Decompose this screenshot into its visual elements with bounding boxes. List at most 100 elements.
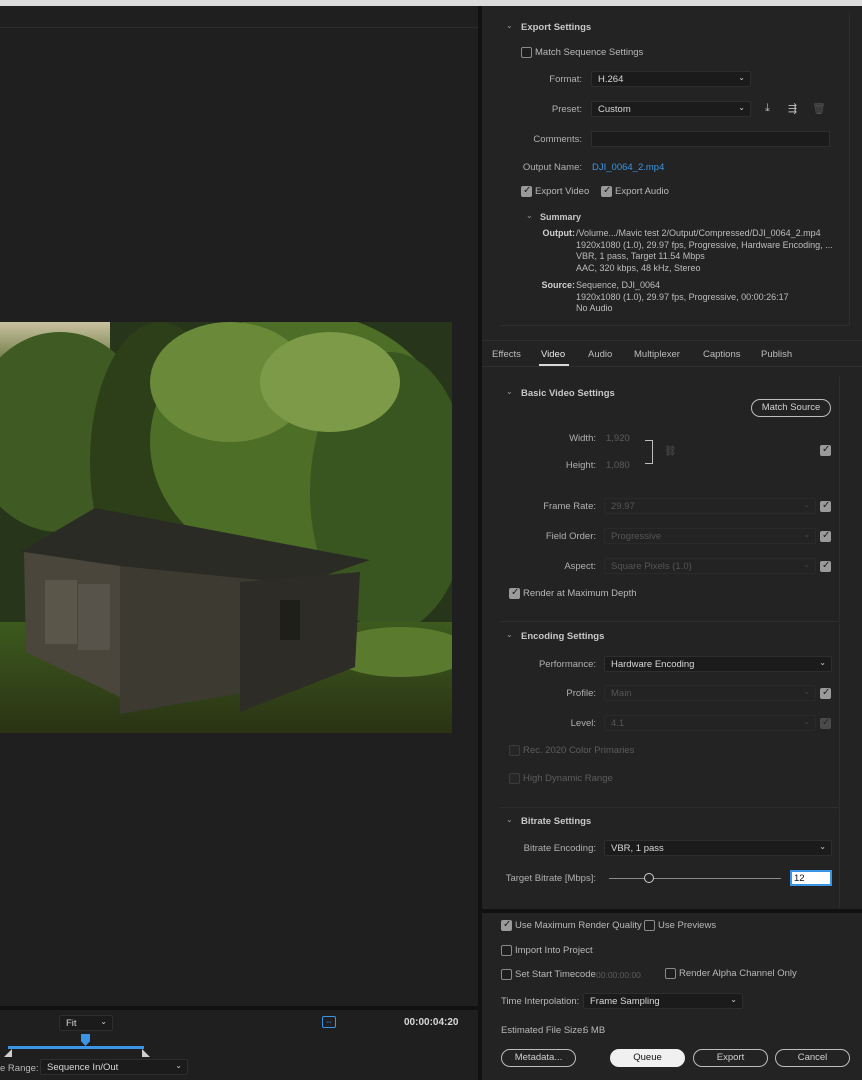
preset-dropdown[interactable]: Custom ⌄ [591,101,751,117]
set-start-timecode-label: Set Start Timecode [515,969,596,980]
performance-dropdown[interactable]: Hardware Encoding ⌄ [604,656,832,672]
export-audio-checkbox[interactable] [601,185,612,197]
height-value[interactable]: 1,080 [606,460,630,471]
queue-button[interactable]: Queue [610,1049,685,1067]
chevron-down-icon: ⌄ [803,687,810,696]
tab-publish[interactable]: Publish [761,349,792,360]
link-icon[interactable]: ⛓ [664,446,677,457]
chevron-down-icon[interactable]: ⌄ [506,21,513,30]
time-interpolation-label: Time Interpolation: [501,996,580,1007]
chevron-down-icon: ⌄ [175,1061,182,1070]
preset-label: Preset: [551,104,582,115]
summary-title: Summary [540,212,582,222]
format-dropdown[interactable]: H.264 ⌄ [591,71,751,87]
aspect-value: Square Pixels (1.0) [611,561,692,572]
chevron-down-icon: ⌄ [803,717,810,726]
chevron-down-icon[interactable]: ⌄ [506,815,513,824]
export-button[interactable]: Export [693,1049,768,1067]
rec2020-label: Rec. 2020 Color Primaries [523,745,635,756]
bitrate-encoding-value: VBR, 1 pass [611,843,664,854]
bitrate-encoding-dropdown[interactable]: VBR, 1 pass ⌄ [604,840,832,856]
delete-preset-icon[interactable]: 🗑 [812,102,826,115]
export-video-checkbox[interactable] [521,185,532,197]
comments-input[interactable] [591,131,830,147]
constrain-bracket [645,440,653,464]
save-preset-icon[interactable]: ⤓ [765,102,770,115]
target-bitrate-input[interactable]: 12 [790,870,832,886]
render-max-depth-checkbox[interactable] [509,587,520,599]
match-sequence-checkbox[interactable] [521,47,532,58]
preview-header [0,6,478,28]
preset-value: Custom [598,104,631,115]
tab-multiplexer[interactable]: Multiplexer [634,349,680,360]
tab-audio[interactable]: Audio [588,349,612,360]
tabs-divider-bottom [482,366,862,367]
summary-output-line: /Volume.../Mavic test 2/Output/Compresse… [576,228,821,238]
out-point-marker[interactable] [142,1049,150,1057]
time-interpolation-dropdown[interactable]: Frame Sampling ⌄ [583,993,743,1009]
playhead-marker[interactable] [81,1034,90,1046]
field-order-dropdown[interactable]: Progressive ⌄ [604,528,816,544]
target-bitrate-label: Target Bitrate [Mbps]: [505,873,596,884]
chevron-down-icon: ⌄ [100,1017,107,1026]
tab-effects[interactable]: Effects [492,349,521,360]
summary-output-label: Output: [542,228,575,238]
export-video-label: Export Video [535,186,590,197]
target-bitrate-slider-knob[interactable] [643,873,654,883]
comments-label: Comments: [533,134,582,145]
summary-source-line: 1920x1080 (1.0), 29.97 fps, Progressive,… [576,291,789,302]
level-dropdown[interactable]: 4.1 ⌄ [604,715,816,731]
start-timecode-value[interactable]: 00:00:00:00 [596,970,641,980]
import-project-checkbox[interactable] [501,945,512,956]
render-alpha-checkbox[interactable] [665,968,676,979]
use-previews-checkbox[interactable] [644,920,655,931]
frame-rate-checkbox[interactable] [820,500,831,512]
chevron-down-icon: ⌄ [738,103,745,112]
metadata-button[interactable]: Metadata... [501,1049,576,1067]
settings-tabs: Effects Video Audio Multiplexer Captions… [482,349,862,365]
width-height-override-checkbox[interactable] [820,444,831,456]
source-range-label: e Range: [0,1063,39,1074]
set-start-timecode-checkbox[interactable] [501,969,512,980]
target-bitrate-slider-track[interactable] [609,878,781,879]
render-max-depth-label: Render at Maximum Depth [523,588,637,599]
field-order-checkbox[interactable] [820,530,831,542]
tab-captions[interactable]: Captions [703,349,741,360]
export-audio-label: Export Audio [615,186,669,197]
chevron-down-icon[interactable]: ⌄ [506,630,513,639]
hdr-checkbox[interactable] [509,773,520,784]
cancel-button[interactable]: Cancel [775,1049,850,1067]
timeline-bar[interactable] [8,1046,144,1049]
width-value[interactable]: 1,920 [606,433,630,444]
profile-checkbox[interactable] [820,687,831,699]
frame-rate-dropdown[interactable]: 29.97 ⌄ [604,498,816,514]
rec2020-checkbox[interactable] [509,745,520,756]
source-range-dropdown[interactable]: Sequence In/Out ⌄ [40,1059,188,1075]
profile-dropdown[interactable]: Main ⌄ [604,685,816,701]
bitrate-encoding-label: Bitrate Encoding: [523,843,596,854]
bottom-divider [482,909,862,913]
chevron-down-icon[interactable]: ⌄ [526,211,533,220]
profile-label: Profile: [566,688,596,699]
tab-video[interactable]: Video [541,349,565,360]
settings-panel: ⌄ Export Settings Match Sequence Setting… [482,6,862,1080]
match-source-button[interactable]: Match Source [751,399,831,417]
chevron-down-icon: ⌄ [803,560,810,569]
chevron-down-icon: ⌄ [819,842,826,851]
level-label: Level: [570,718,596,729]
chevron-down-icon: ⌄ [730,995,737,1004]
max-render-quality-checkbox[interactable] [501,919,512,931]
fit-dropdown[interactable]: Fit ⌄ [59,1015,113,1031]
preview-timecode: 00:00:04:20 [404,1017,459,1028]
level-checkbox[interactable] [820,717,831,729]
in-point-marker[interactable] [4,1049,12,1057]
import-preset-icon[interactable]: ⇶ [788,102,797,115]
fit-to-frame-icon[interactable]: ⇔ [322,1016,336,1028]
output-name-link[interactable]: DJI_0064_2.mp4 [592,162,664,173]
summary-source-line: Sequence, DJI_0064 [576,280,661,290]
aspect-checkbox[interactable] [820,560,831,572]
width-label: Width: [569,433,596,444]
frame-rate-label: Frame Rate: [543,501,596,512]
aspect-dropdown[interactable]: Square Pixels (1.0) ⌄ [604,558,816,574]
chevron-down-icon[interactable]: ⌄ [506,387,513,396]
